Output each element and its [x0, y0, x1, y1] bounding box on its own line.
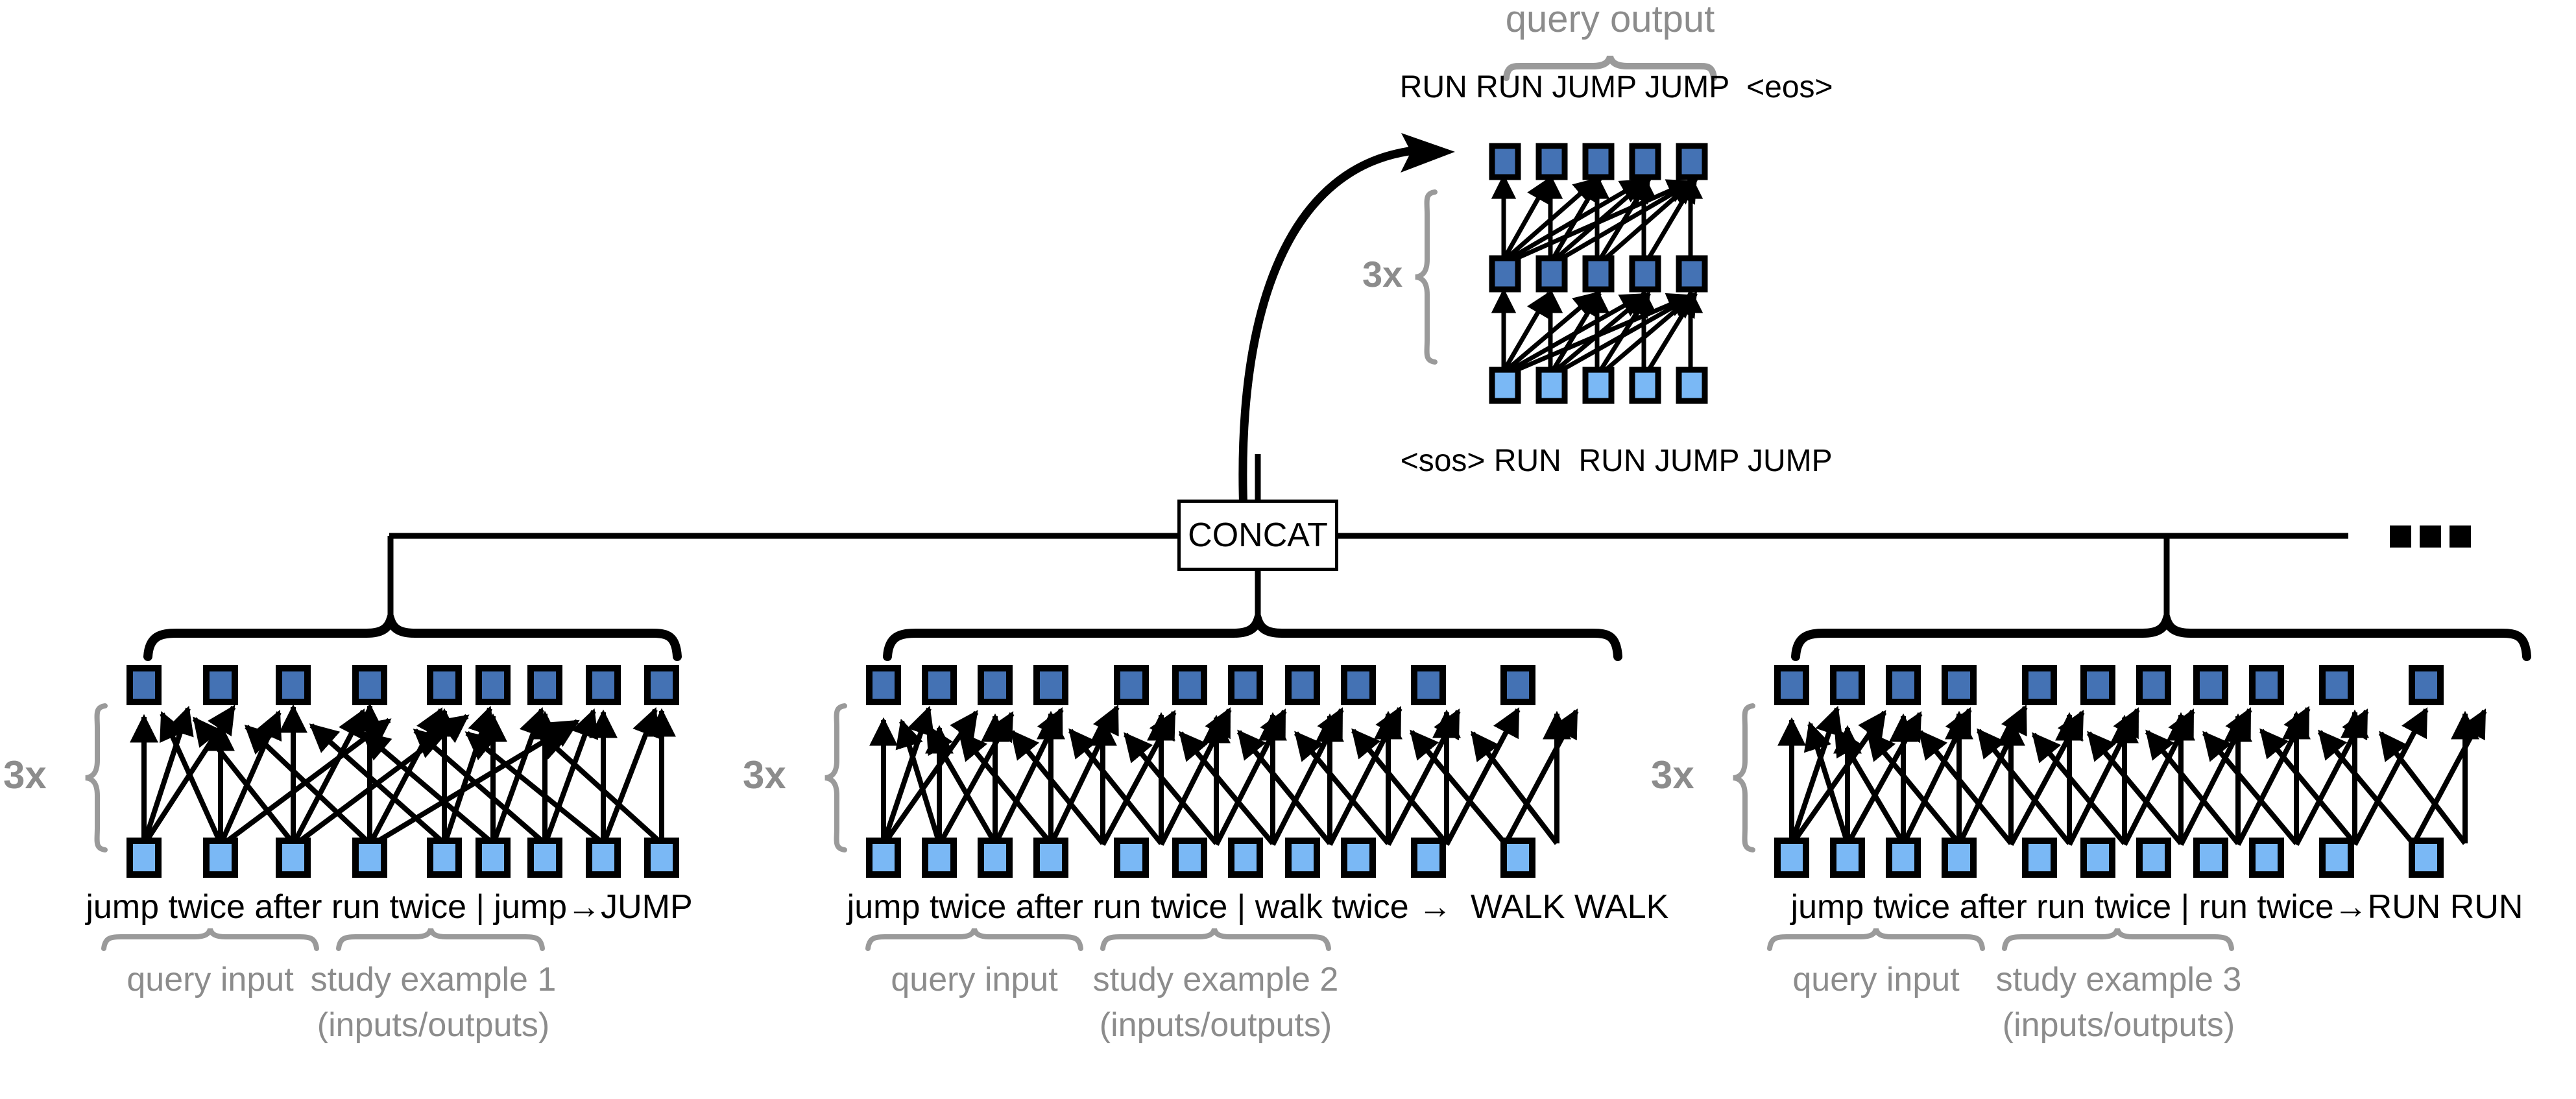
encoder-3-top-row	[1774, 665, 2444, 705]
decoder-top-row	[1489, 143, 1708, 180]
ellipsis-dots	[2390, 525, 2471, 548]
encoder-3-token-text: jump twice after run twice | run twice→R…	[1790, 888, 2523, 926]
decoder-output-tokens: RUN RUN JUMP JUMP <eos>	[1365, 34, 1833, 141]
encoder-1-token-text: jump twice after run twice | jump→JUMP	[86, 888, 693, 926]
decoder-output-token-0: RUN	[1399, 70, 1467, 104]
encoder-3-repeat-label: 3x	[1651, 753, 1694, 797]
encoder-2-bottom-row	[866, 838, 1535, 878]
decoder-output-token-2: JUMP	[1552, 70, 1637, 104]
encoder-1-query-input-label: query input	[126, 961, 294, 998]
encoder-3-study-label-line2: (inputs/outputs)	[2002, 1006, 2235, 1044]
encoder-3-query-input-label: query input	[1792, 961, 1960, 998]
encoder-1-bottom-row	[126, 838, 679, 878]
encoder-1-repeat-label: 3x	[3, 753, 47, 797]
concat-node[interactable]: CONCAT	[1177, 500, 1338, 571]
decoder-output-token-3: JUMP	[1644, 70, 1729, 104]
encoder-2-study-label-line1: study example 2	[1092, 961, 1339, 998]
encoder-2-query-input-label: query input	[891, 961, 1058, 998]
encoder-1-study-label-line2: (inputs/outputs)	[317, 1006, 550, 1044]
decoder-repeat-label: 3x	[1362, 254, 1403, 295]
decoder-bottom-row	[1489, 367, 1708, 404]
encoder-2-top-row	[866, 665, 1535, 705]
decoder-input-token-4: JUMP	[1747, 444, 1833, 478]
encoder-3-study-label-line1: study example 3	[1995, 961, 2242, 998]
encoder-1-top-row	[126, 665, 679, 705]
decoder-input-tokens: <sos> RUN RUN JUMP JUMP	[1366, 407, 1833, 514]
encoder-2-study-label-line2: (inputs/outputs)	[1099, 1006, 1332, 1044]
decoder-input-token-0: <sos>	[1400, 444, 1486, 478]
decoder-input-token-2: RUN	[1578, 444, 1646, 478]
decoder-input-token-1: RUN	[1493, 444, 1561, 478]
decoder-output-token-1: RUN	[1476, 70, 1544, 104]
encoder-1-study-label-line1: study example 1	[310, 961, 557, 998]
concat-label: CONCAT	[1188, 516, 1328, 554]
encoder-2-token-text: jump twice after run twice | walk twice …	[847, 888, 1669, 926]
encoder-3-bottom-row	[1774, 838, 2444, 878]
diagram-canvas: query output RUN RUN JUMP JUMP <eos> 3x …	[0, 0, 2576, 1099]
encoder-2-repeat-label: 3x	[743, 753, 786, 797]
decoder-output-token-4: <eos>	[1746, 70, 1833, 104]
decoder-middle-row	[1489, 255, 1708, 293]
decoder-input-token-3: JUMP	[1654, 444, 1739, 478]
